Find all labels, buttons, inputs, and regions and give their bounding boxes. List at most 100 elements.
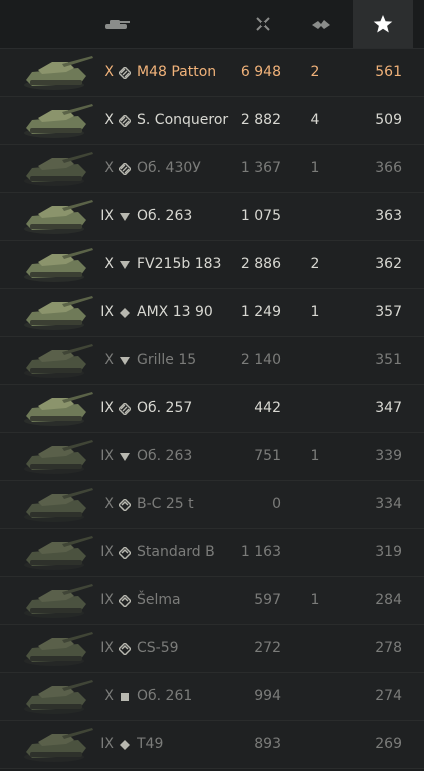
table-row[interactable]: X S. Conqueror 2 882 4 509 bbox=[0, 97, 424, 145]
vehicle-class-icon bbox=[118, 49, 132, 96]
tank-thumbnail bbox=[18, 726, 96, 764]
vehicle-list: X M48 Patton 6 948 2 561 X S. Conqueror 2 882 4 5… bbox=[0, 49, 424, 769]
rating-value: 366 bbox=[375, 160, 402, 176]
battles-value: 442 bbox=[254, 400, 281, 416]
vehicle-class-icon bbox=[118, 289, 132, 336]
tank-thumbnail bbox=[18, 294, 96, 332]
rating-value: 269 bbox=[375, 736, 402, 752]
battles-value: 2 882 bbox=[240, 112, 281, 128]
table-row[interactable]: X Об. 261 994 274 bbox=[0, 673, 424, 721]
rating-value: 334 bbox=[375, 496, 402, 512]
kills-value bbox=[300, 481, 330, 528]
rating-value: 357 bbox=[375, 304, 402, 320]
vehicle-class-icon bbox=[118, 433, 132, 480]
vehicle-class-icon bbox=[118, 721, 132, 768]
crossed-swords-icon bbox=[256, 17, 270, 31]
kills-column-header[interactable] bbox=[296, 0, 346, 48]
tier-label: X bbox=[104, 496, 114, 512]
tier-label: IX bbox=[100, 640, 114, 656]
tank-thumbnail bbox=[18, 582, 96, 620]
table-row[interactable]: IX Об. 263 1 075 363 bbox=[0, 193, 424, 241]
battles-value: 2 886 bbox=[240, 256, 281, 272]
tank-thumbnail bbox=[18, 438, 96, 476]
tank-thumbnail bbox=[18, 246, 96, 284]
tank-thumbnail bbox=[18, 390, 96, 428]
rating-value: 284 bbox=[375, 592, 402, 608]
tier-label: IX bbox=[100, 544, 114, 560]
table-row[interactable]: IX CS-59 272 278 bbox=[0, 625, 424, 673]
tank-thumbnail bbox=[18, 342, 96, 380]
tier-label: IX bbox=[100, 736, 114, 752]
rating-value: 278 bbox=[375, 640, 402, 656]
rating-value: 509 bbox=[375, 112, 402, 128]
kills-value bbox=[300, 193, 330, 240]
tank-thumbnail bbox=[18, 534, 96, 572]
kills-value bbox=[300, 529, 330, 576]
tier-label: X bbox=[104, 256, 114, 272]
battles-value: 6 948 bbox=[240, 64, 281, 80]
rating-value: 351 bbox=[375, 352, 402, 368]
destroyed-tank-icon bbox=[312, 20, 330, 29]
vehicle-class-icon bbox=[118, 481, 132, 528]
kills-value bbox=[300, 625, 330, 672]
tank-thumbnail bbox=[18, 198, 96, 236]
battles-value: 1 249 bbox=[240, 304, 281, 320]
vehicle-class-icon bbox=[118, 577, 132, 624]
table-row[interactable]: IX Об. 257 442 347 bbox=[0, 385, 424, 433]
tier-label: X bbox=[104, 688, 114, 704]
rating-value: 363 bbox=[375, 208, 402, 224]
table-row[interactable]: X Об. 430У 1 367 1 366 bbox=[0, 145, 424, 193]
star-icon bbox=[373, 15, 393, 33]
vehicle-class-icon bbox=[118, 673, 132, 720]
battles-column-header[interactable] bbox=[238, 0, 288, 48]
tier-label: IX bbox=[100, 448, 114, 464]
tier-label: X bbox=[104, 160, 114, 176]
battles-value: 893 bbox=[254, 736, 281, 752]
table-header bbox=[0, 0, 424, 49]
table-row[interactable]: IX Об. 263 751 1 339 bbox=[0, 433, 424, 481]
battles-value: 1 163 bbox=[240, 544, 281, 560]
rating-value: 347 bbox=[375, 400, 402, 416]
battles-value: 272 bbox=[254, 640, 281, 656]
tier-label: X bbox=[104, 352, 114, 368]
battles-value: 1 367 bbox=[240, 160, 281, 176]
table-row[interactable]: X Grille 15 2 140 351 bbox=[0, 337, 424, 385]
rating-value: 274 bbox=[375, 688, 402, 704]
rating-value: 319 bbox=[375, 544, 402, 560]
kills-value: 2 bbox=[310, 256, 320, 272]
rating-value: 362 bbox=[375, 256, 402, 272]
rating-value: 561 bbox=[375, 64, 402, 80]
tank-thumbnail bbox=[18, 678, 96, 716]
kills-value: 2 bbox=[310, 64, 320, 80]
tank-thumbnail bbox=[18, 54, 96, 92]
battles-value: 0 bbox=[272, 496, 281, 512]
rating-value: 339 bbox=[375, 448, 402, 464]
kills-value: 1 bbox=[310, 592, 320, 608]
table-row[interactable]: X FV215b 183 2 886 2 362 bbox=[0, 241, 424, 289]
tank-thumbnail bbox=[18, 630, 96, 668]
tank-thumbnail bbox=[18, 102, 96, 140]
table-row[interactable]: IX Standard B1 163 319 bbox=[0, 529, 424, 577]
table-row[interactable]: X M48 Patton 6 948 2 561 bbox=[0, 49, 424, 97]
tier-label: IX bbox=[100, 592, 114, 608]
tank-column-header[interactable] bbox=[92, 0, 140, 48]
table-row[interactable]: IX Šelma 597 1 284 bbox=[0, 577, 424, 625]
kills-value: 1 bbox=[310, 448, 320, 464]
kills-value bbox=[300, 673, 330, 720]
tank-thumbnail bbox=[18, 150, 96, 188]
vehicle-class-icon bbox=[118, 241, 132, 288]
kills-value: 1 bbox=[310, 160, 320, 176]
vehicle-class-icon bbox=[118, 337, 132, 384]
kills-value bbox=[300, 721, 330, 768]
battles-value: 1 075 bbox=[240, 208, 281, 224]
table-row[interactable]: X B-C 25 t 0 334 bbox=[0, 481, 424, 529]
vehicle-class-icon bbox=[118, 193, 132, 240]
rating-column-header[interactable] bbox=[353, 0, 413, 48]
battles-value: 597 bbox=[254, 592, 281, 608]
tier-label: IX bbox=[100, 208, 114, 224]
kills-value bbox=[300, 385, 330, 432]
vehicle-class-icon bbox=[118, 385, 132, 432]
table-row[interactable]: IX AMX 13 90 1 249 1 357 bbox=[0, 289, 424, 337]
table-row[interactable]: IX T49 893 269 bbox=[0, 721, 424, 769]
tank-icon bbox=[105, 20, 130, 29]
